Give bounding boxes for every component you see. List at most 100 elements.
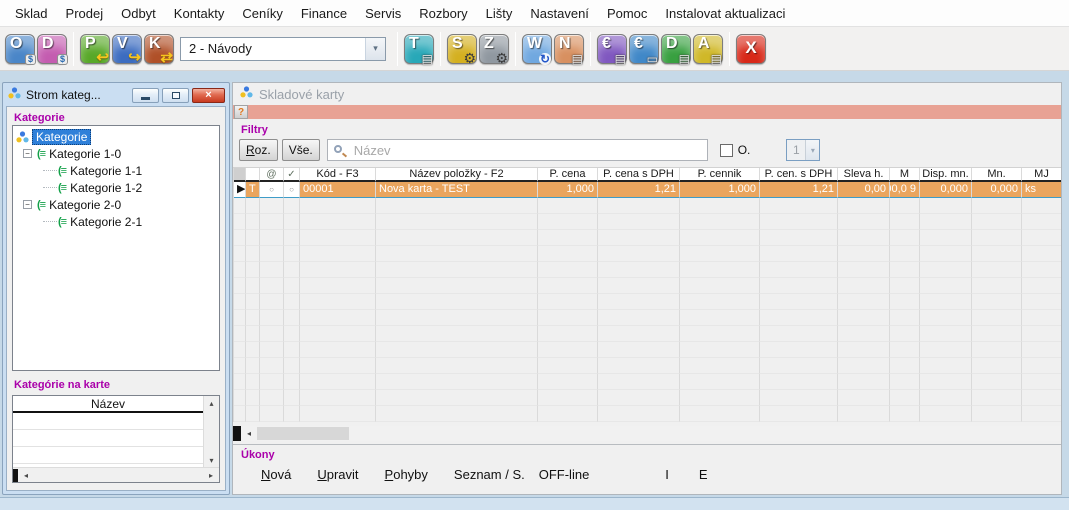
cell-empty [920, 294, 972, 310]
toolbar-icon-z-settings[interactable]: Z⚙ [479, 34, 509, 64]
cell-empty [538, 230, 598, 246]
all-filter-button[interactable]: Vše. [282, 139, 320, 161]
menu-item-finance[interactable]: Finance [292, 2, 356, 25]
scroll-left-icon[interactable]: ◂ [241, 426, 257, 441]
toolbar-icon-k-transfer[interactable]: K⇄ [144, 34, 174, 64]
horizontal-scrollbar[interactable]: ◂ ▸ [13, 467, 219, 482]
card-categories-table: Název ▴ ▾ ◂ ▸ [12, 395, 220, 483]
close-button[interactable]: × [192, 88, 225, 103]
toolbar-icon-p-transfer[interactable]: P↩ [80, 34, 110, 64]
expand-filter-button[interactable]: Roz. [239, 139, 278, 161]
action-button-i[interactable]: I [665, 467, 669, 482]
toolbar-icon-o-dollar[interactable]: O$ [5, 34, 35, 64]
action-button-seznam-s[interactable]: Seznam / S. [454, 467, 525, 482]
menu-item-pomoc[interactable]: Pomoc [598, 2, 656, 25]
minimize-button[interactable] [132, 88, 159, 103]
cell-empty [598, 406, 680, 422]
tree-root-item[interactable]: Kategorie [13, 128, 219, 145]
action-button-nov[interactable]: Nová [261, 467, 291, 482]
scroll-right-icon[interactable]: ▸ [203, 468, 219, 482]
tree-item-kategorie-2-0[interactable]: −(≡Kategorie 2-0 [13, 196, 219, 213]
toolbar-icon-w-sync[interactable]: W↻ [522, 34, 552, 64]
tree-item-kategorie-1-0[interactable]: −(≡Kategorie 1-0 [13, 145, 219, 162]
cell-empty [376, 246, 538, 262]
stock-table: @✓Kód - F3Název položky - F2P. cenaP. ce… [233, 167, 1061, 422]
action-button-upravit[interactable]: Upravit [317, 467, 358, 482]
cell-empty [1022, 198, 1062, 214]
category-window-title: Strom kateg... [21, 88, 129, 102]
toolbar-icon-t-print[interactable]: T▤ [404, 34, 434, 64]
toolbar-icon-euro-screen[interactable]: €▭ [629, 34, 659, 64]
toolbar-category-combobox[interactable]: 2 - Návody▾ [180, 37, 386, 61]
icon-letter: N [559, 35, 571, 53]
cell-empty [234, 246, 246, 262]
stock-table-horizontal-scrollbar[interactable]: ◂ [233, 426, 1061, 441]
collapse-icon[interactable]: − [23, 200, 32, 209]
toolbar-icon-x-exit[interactable]: X [736, 34, 766, 64]
header-col-mn[interactable]: Mn. [972, 168, 1022, 182]
menu-item-servis[interactable]: Servis [356, 2, 410, 25]
tree-item-kategorie-1-2[interactable]: (≡Kategorie 1-2 [13, 179, 219, 196]
menu-item-odbyt[interactable]: Odbyt [112, 2, 165, 25]
toolbar-icon-d-doc[interactable]: D▤ [661, 34, 691, 64]
icon-letter: X [737, 38, 765, 58]
header-col-m[interactable]: M [890, 168, 920, 182]
header-col-disp-mn[interactable]: Disp. mn. [920, 168, 972, 182]
menu-item-kontakty[interactable]: Kontakty [165, 2, 234, 25]
menu-item-li-ty[interactable]: Lišty [477, 2, 522, 25]
header-col-mj[interactable]: MJ [1022, 168, 1062, 182]
header-col-kod-f3[interactable]: Kód - F3 [300, 168, 376, 182]
scrollbar-thumb[interactable] [257, 427, 349, 440]
action-button-off-line[interactable]: OFF-line [539, 467, 590, 482]
chevron-down-icon[interactable]: ▾ [365, 38, 385, 60]
menu-item-nastaven[interactable]: Nastavení [521, 2, 598, 25]
toolbar-icon-euro-doc[interactable]: €▤ [597, 34, 627, 64]
category-tree-window-titlebar[interactable]: Strom kateg... × [3, 83, 229, 106]
menu-item-prodej[interactable]: Prodej [57, 2, 113, 25]
table-row-selected[interactable]: ▶T○○00001Nova karta - TEST1,0001,211,000… [233, 182, 1061, 198]
o-checkbox[interactable] [720, 144, 733, 157]
header-col-p-cennik[interactable]: P. cennik [680, 168, 760, 182]
cell-empty [920, 310, 972, 326]
scroll-left-icon[interactable]: ◂ [18, 468, 34, 482]
restore-button[interactable] [162, 88, 189, 103]
cell-empty [538, 310, 598, 326]
header-col-p-cena[interactable]: P. cena [538, 168, 598, 182]
header-col-nazev-polozky-f2[interactable]: Název položky - F2 [376, 168, 538, 182]
toolbar-icon-d-dollar[interactable]: D$ [37, 34, 67, 64]
header-col-flag[interactable] [246, 168, 260, 182]
tree-item-kategorie-2-1[interactable]: (≡Kategorie 2-1 [13, 213, 219, 230]
table-row [13, 447, 203, 464]
toolbar-icon-a-doc[interactable]: A▤ [693, 34, 723, 64]
menu-item-sklad[interactable]: Sklad [6, 2, 57, 25]
scroll-up-icon[interactable]: ▴ [204, 396, 220, 410]
cell-empty [284, 230, 300, 246]
header-col-p-cen-s-dph[interactable]: P. cen. s DPH [760, 168, 838, 182]
page-select[interactable]: 1 ▾ [786, 139, 820, 161]
cell-empty [838, 374, 890, 390]
toolbar-icon-v-transfer[interactable]: V↪ [112, 34, 142, 64]
action-button-pohyby[interactable]: Pohyby [385, 467, 428, 482]
toolbar-icon-n-notes[interactable]: N▤ [554, 34, 584, 64]
menu-item-rozbory[interactable]: Rozbory [410, 2, 476, 25]
collapse-icon[interactable]: − [23, 149, 32, 158]
action-button-e[interactable]: E [699, 467, 708, 482]
header-col-p-cena-s-dph[interactable]: P. cena s DPH [598, 168, 680, 182]
paperclip-icon[interactable]: @ [260, 168, 284, 182]
status-bar [0, 497, 1069, 510]
cell-empty [260, 374, 284, 390]
cell-empty [598, 230, 680, 246]
cell-empty [376, 230, 538, 246]
header-col-row-selector[interactable] [234, 168, 246, 182]
tree-item-kategorie-1-1[interactable]: (≡Kategorie 1-1 [13, 162, 219, 179]
cell-empty [972, 406, 1022, 422]
toolbar-icon-s-settings[interactable]: S⚙ [447, 34, 477, 64]
menu-item-instalovat-aktualizaci[interactable]: Instalovat aktualizaci [656, 2, 794, 25]
vertical-scrollbar[interactable]: ▴ ▾ [203, 396, 219, 467]
help-button[interactable]: ? [234, 105, 248, 119]
check-icon[interactable]: ✓ [284, 168, 300, 182]
header-col-sleva-h[interactable]: Sleva h. [838, 168, 890, 182]
menu-item-cen-ky[interactable]: Ceníky [233, 2, 291, 25]
scroll-down-icon[interactable]: ▾ [204, 453, 220, 467]
search-input[interactable] [327, 139, 708, 161]
